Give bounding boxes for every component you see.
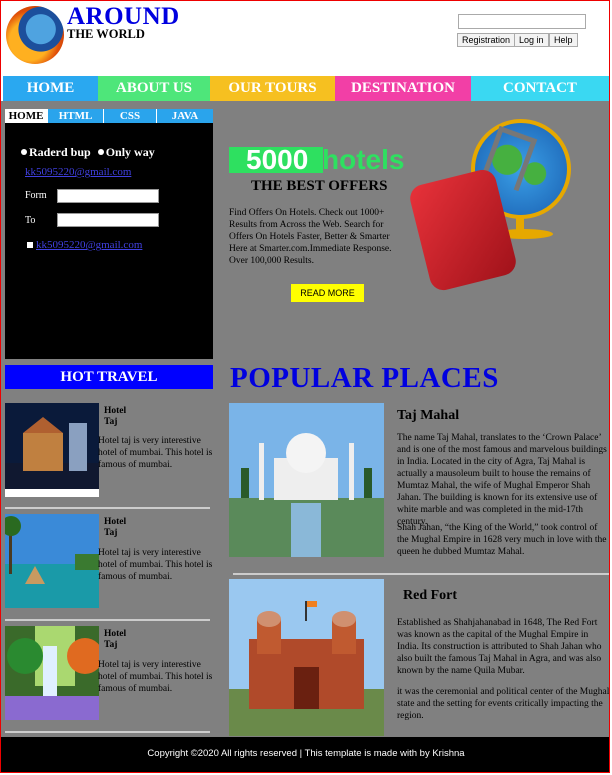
place-desc-taj-1: The name Taj Mahal, translates to the ‘C… <box>397 433 607 527</box>
sidebar-panel: HOME HTML CSS JAVA Raderd bup Only way k… <box>5 109 213 359</box>
tab-java[interactable]: JAVA <box>156 109 213 123</box>
tab-html[interactable]: HTML <box>47 109 103 123</box>
main-nav: HOME ABOUT US OUR TOURS DESTINATION CONT… <box>3 76 609 101</box>
to-field[interactable] <box>57 213 159 227</box>
divider <box>233 573 609 575</box>
nav-our-tours[interactable]: OUR TOURS <box>210 76 335 101</box>
radio-label-1: Raderd bup <box>29 145 91 159</box>
registration-button[interactable]: Registration <box>457 33 516 47</box>
login-button[interactable]: Log in <box>514 33 549 47</box>
help-button[interactable]: Help <box>549 33 578 47</box>
divider <box>5 619 210 621</box>
hotel-name-3-text: Hotel Taj <box>104 629 127 650</box>
hotel-name-2-text: Hotel Taj <box>104 517 127 538</box>
nav-about-us[interactable]: ABOUT US <box>98 76 210 101</box>
hotels-word: hotels <box>322 144 405 175</box>
popular-places-heading: POPULAR PLACES <box>230 362 499 394</box>
offers-heading: THE BEST OFFERS <box>251 178 388 194</box>
sidebar-tabs: HOME HTML CSS JAVA <box>5 109 213 123</box>
hotel-taj-photo-3 <box>5 626 99 720</box>
hotel-name-1: Hotel Taj <box>104 406 126 428</box>
email-link-2[interactable]: kk5095220@gmail.com <box>36 239 142 251</box>
offers-text: Find Offers On Hotels. Check out 1000+ R… <box>229 208 392 266</box>
hotel-desc-2: Hotel taj is very interestive hotel of m… <box>98 548 213 582</box>
hotel-desc-3: Hotel taj is very interestive hotel of m… <box>98 660 213 694</box>
tab-css[interactable]: CSS <box>103 109 156 123</box>
main-content: HOME HTML CSS JAVA Raderd bup Only way k… <box>1 101 610 737</box>
form-field[interactable] <box>57 189 159 203</box>
read-more-button[interactable]: READ MORE <box>291 284 364 302</box>
divider <box>5 731 210 733</box>
radio-only-way[interactable] <box>97 149 104 155</box>
hotel-name-1-text: Hotel Taj <box>104 406 127 427</box>
to-label: To <box>25 215 36 226</box>
radio-label-2: Only way <box>105 145 155 159</box>
place-desc-redfort-1: Established as Shahjahanabad in 1648, Th… <box>397 618 602 676</box>
divider <box>5 507 210 509</box>
brand-subtitle: THE WORLD <box>67 27 145 41</box>
page-frame: AROUND THE WORLD Registration Log in Hel… <box>0 0 610 773</box>
hotel-taj-photo-2 <box>5 514 99 608</box>
hot-travel-heading: HOT TRAVEL <box>5 365 213 389</box>
hotel-desc-1: Hotel taj is very interestive hotel of m… <box>98 436 213 470</box>
site-footer: Copyright ©2020 All rights reserved | Th… <box>1 737 609 772</box>
email-link-1[interactable]: kk5095220@gmail.com <box>25 166 131 178</box>
site-header: AROUND THE WORLD Registration Log in Hel… <box>1 1 609 76</box>
place-name-taj-mahal: Taj Mahal <box>397 408 460 423</box>
place-desc-taj-2: Shah Jahan, “the King of the World,” too… <box>397 523 607 557</box>
nav-contact[interactable]: CONTACT <box>471 76 609 101</box>
place-name-red-fort: Red Fort <box>403 588 458 603</box>
hotel-taj-photo-1 <box>5 403 99 497</box>
red-fort-photo <box>229 579 384 736</box>
tab-home[interactable]: HOME <box>5 109 47 123</box>
checkbox[interactable] <box>27 242 33 248</box>
nav-home[interactable]: HOME <box>3 76 98 101</box>
hotel-name-2: Hotel Taj <box>104 517 126 539</box>
firefox-logo-icon <box>6 6 64 64</box>
hotel-count: 5000 <box>246 144 309 175</box>
footer-copyright: Copyright ©2020 All rights reserved | Th… <box>147 748 465 759</box>
search-input[interactable] <box>458 14 586 29</box>
radio-group: Raderd bup Only way <box>21 145 155 160</box>
nav-destination[interactable]: DESTINATION <box>335 76 471 101</box>
form-label: Form <box>25 190 47 201</box>
taj-mahal-photo <box>229 403 384 557</box>
place-desc-redfort-2: it was the ceremonial and political cent… <box>397 687 610 721</box>
radio-raderd-bup[interactable] <box>21 149 27 155</box>
hotel-name-3: Hotel Taj <box>104 629 126 651</box>
